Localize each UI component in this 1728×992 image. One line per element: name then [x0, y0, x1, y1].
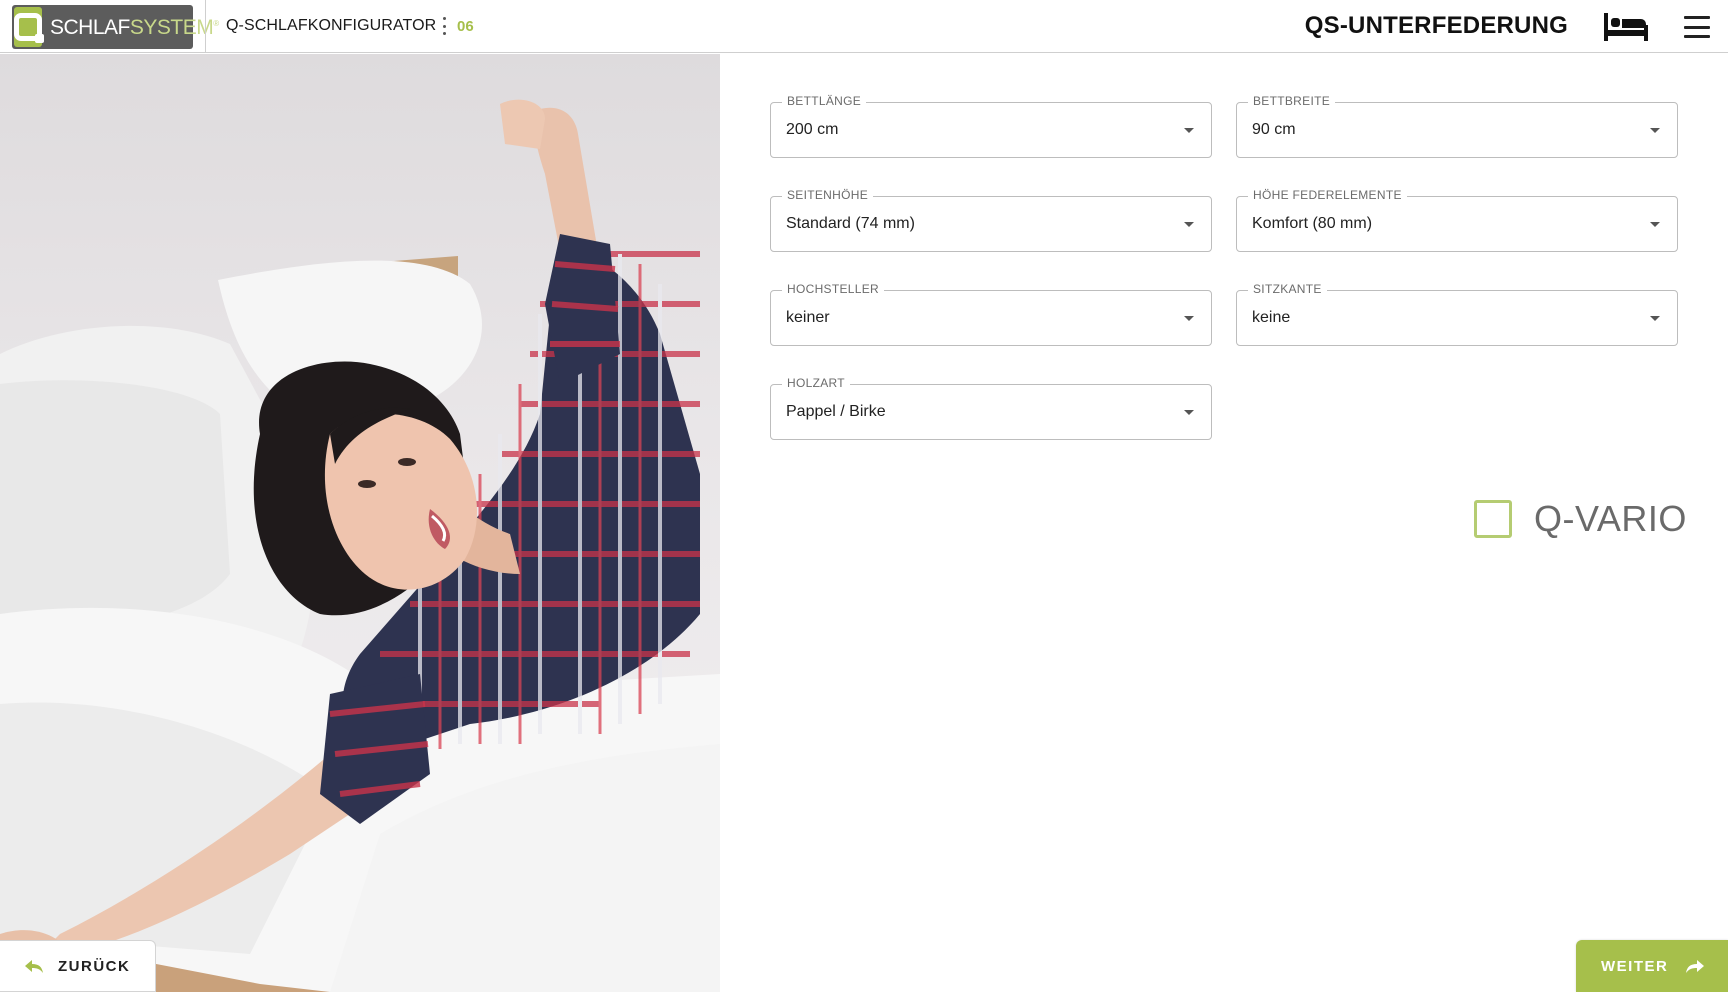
- select-sitzkante[interactable]: SITZKANTE keine: [1236, 282, 1678, 346]
- menu-icon[interactable]: [1684, 16, 1710, 38]
- chevron-down-icon: [1650, 222, 1660, 227]
- field-value: 90 cm: [1252, 121, 1296, 138]
- q-vario-label: Q-VARIO: [1534, 498, 1687, 539]
- field-label: HOCHSTELLER: [782, 282, 884, 296]
- field-value: keine: [1252, 309, 1291, 326]
- field-label: SITZKANTE: [1248, 282, 1327, 296]
- chevron-down-icon: [1650, 316, 1660, 321]
- field-value: 200 cm: [786, 121, 839, 138]
- more-vert-icon[interactable]: [441, 17, 447, 35]
- bed-icon[interactable]: [1603, 12, 1649, 42]
- field-value: keiner: [786, 309, 830, 326]
- select-holzart[interactable]: HOLZART Pappel / Birke: [770, 376, 1212, 440]
- field-label: SEITENHÖHE: [782, 188, 874, 202]
- header-bar: SCHLAFSYSTEM® Q-SCHLAFKONFIGURATOR 06 QS…: [0, 0, 1728, 53]
- select-hoehe-federelemente[interactable]: HÖHE FEDERELEMENTE Komfort (80 mm): [1236, 188, 1678, 252]
- page-title: QS-UNTERFEDERUNG: [1304, 12, 1568, 39]
- woman-in-bed-illustration: [0, 99, 720, 992]
- next-button-label: WEITER: [1601, 957, 1669, 975]
- chevron-down-icon: [1184, 316, 1194, 321]
- field-label: BETTLÄNGE: [782, 94, 867, 108]
- brand-name: SCHLAFSYSTEM®: [50, 15, 219, 39]
- chevron-down-icon: [1650, 128, 1660, 133]
- field-label: HÖHE FEDERELEMENTE: [1248, 188, 1407, 202]
- brand-logo[interactable]: SCHLAFSYSTEM®: [12, 5, 219, 49]
- hero-photo: [0, 54, 720, 992]
- chevron-down-icon: [1184, 222, 1194, 227]
- q-logo-icon: [14, 7, 44, 47]
- select-seitenhoehe[interactable]: SEITENHÖHE Standard (74 mm): [770, 188, 1212, 252]
- back-button[interactable]: ZURÜCK: [0, 940, 156, 992]
- q-vario-checkbox[interactable]: [1474, 500, 1512, 538]
- select-bettlaenge[interactable]: BETTLÄNGE 200 cm: [770, 94, 1212, 158]
- field-value: Standard (74 mm): [786, 215, 915, 232]
- field-label: HOLZART: [782, 376, 850, 390]
- app-title: Q-SCHLAFKONFIGURATOR: [226, 17, 437, 34]
- field-value: Pappel / Birke: [786, 403, 886, 420]
- header-divider: [205, 0, 206, 53]
- next-button[interactable]: WEITER: [1576, 940, 1728, 992]
- field-label: BETTBREITE: [1248, 94, 1336, 108]
- reply-arrow-icon: [25, 960, 43, 973]
- field-value: Komfort (80 mm): [1252, 215, 1373, 232]
- chevron-down-icon: [1184, 128, 1194, 133]
- chevron-down-icon: [1184, 410, 1194, 415]
- select-bettbreite[interactable]: BETTBREITE 90 cm: [1236, 94, 1678, 158]
- q-vario-option[interactable]: Q-VARIO: [1474, 498, 1687, 540]
- back-button-label: ZURÜCK: [58, 957, 131, 975]
- select-hochsteller[interactable]: HOCHSTELLER keiner: [770, 282, 1212, 346]
- step-number: 06: [457, 18, 474, 35]
- forward-arrow-icon: [1686, 960, 1705, 973]
